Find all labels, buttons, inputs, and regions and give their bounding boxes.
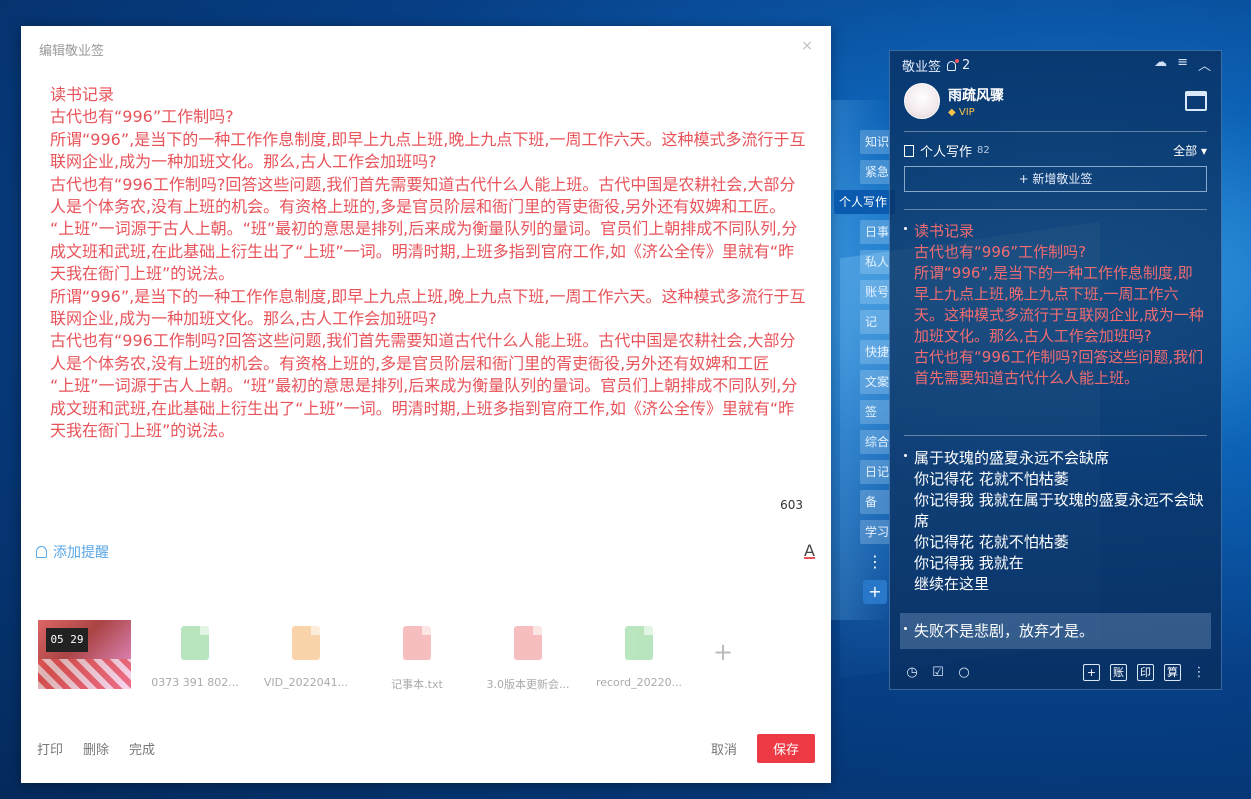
collapse-icon[interactable]: ︿ (1198, 55, 1211, 74)
user-profile[interactable]: 雨疏风骤 ◆ VIP (904, 83, 1004, 119)
attachment-item[interactable]: 0373 391 802... (148, 620, 242, 692)
category-tab[interactable]: 日记 (860, 460, 890, 484)
done-button[interactable]: 完成 (129, 739, 155, 758)
image-attachment-thumbnail[interactable]: 05 29 (38, 620, 131, 689)
audio-file-icon (181, 626, 209, 660)
add-category-button[interactable]: + (863, 580, 887, 604)
print-button[interactable]: 印 (1137, 664, 1154, 681)
calendar-icon[interactable] (1185, 91, 1207, 111)
attachment-name: VID_2022041... (263, 676, 349, 689)
attachment-name: 3.0版本更新会... (486, 678, 570, 691)
delete-button[interactable]: 删除 (83, 739, 109, 758)
app-name: 敬业签 (902, 60, 942, 75)
section-note-count: 82 (977, 145, 990, 156)
checklist-icon[interactable]: ☑ (930, 665, 946, 681)
category-tab[interactable]: 账号 (860, 280, 890, 304)
category-tab[interactable]: 快捷 (860, 340, 890, 364)
category-tab[interactable]: 知识 (860, 130, 890, 154)
more-categories-icon[interactable]: ⋮ (863, 550, 887, 574)
menu-icon[interactable]: ≡ (1177, 55, 1188, 74)
vip-badge: ◆ VIP (948, 106, 975, 118)
attachment-item[interactable]: 记事本.txt (370, 620, 464, 692)
clock-icon[interactable]: ◷ (904, 665, 920, 681)
note-card[interactable]: 属于玫瑰的盛夏永远不会缺席 你记得花 花就不怕枯萎 你记得我 我就在属于玫瑰的盛… (904, 448, 1207, 596)
reminder-count: 2 (962, 58, 971, 73)
section-header: 个人写作 82 全部 ▾ (904, 141, 1207, 160)
add-note-button[interactable]: + (1083, 664, 1100, 681)
bell-icon (36, 546, 47, 558)
add-reminder-label: 添加提醒 (53, 545, 109, 561)
category-tab[interactable]: 学习 (860, 520, 890, 544)
note-text: 读书记录 古代也有“996”工作制吗? 所谓“996”,是当下的一种工作作息制度… (914, 222, 1204, 387)
vip-label: VIP (958, 106, 975, 118)
category-tab-strip: 知识 紧急 个人写作 日事 私人 账号 记 快捷 文案 签 综合 日记 备 学习… (834, 130, 895, 604)
note-text: 属于玫瑰的盛夏永远不会缺席 你记得花 花就不怕枯萎 你记得我 我就在属于玫瑰的盛… (914, 449, 1204, 593)
save-button[interactable]: 保存 (756, 734, 815, 763)
close-icon[interactable]: × (801, 38, 813, 54)
notes-widget-panel: 敬业签 2 ☁ ≡ ︿ 雨疏风骤 ◆ VIP 个人写作 82 全部 ▾ + 新增… (889, 50, 1222, 690)
note-category-icon (904, 144, 914, 157)
attachment-name: 0373 391 802... (151, 676, 239, 689)
attachment-name: 记事本.txt (391, 678, 443, 691)
audio-file-icon (625, 626, 653, 660)
note-card[interactable]: 失败不是悲剧，放弃才是。 (900, 613, 1211, 649)
thumbnail-clock-display: 05 29 (46, 628, 88, 652)
divider (904, 131, 1207, 132)
cancel-button[interactable]: 取消 (711, 739, 737, 758)
search-icon[interactable]: ○ (956, 665, 972, 681)
new-note-button[interactable]: + 新增敬业签 (904, 166, 1207, 192)
avatar[interactable] (904, 83, 940, 119)
text-file-icon (514, 626, 542, 660)
username: 雨疏风骤 (948, 87, 1004, 104)
divider (904, 435, 1207, 436)
text-file-icon (403, 626, 431, 660)
attachment-item[interactable]: 3.0版本更新会... (481, 620, 575, 692)
panel-toolbar: ◷ ☑ ○ + 账 印 算 ⋮ (904, 664, 1207, 681)
section-title: 个人写作 (920, 145, 973, 160)
window-controls: ☁ ≡ ︿ (1154, 55, 1211, 74)
category-tab[interactable]: 私人 (860, 250, 890, 274)
font-color-button[interactable]: A (804, 541, 815, 560)
calculator-button[interactable]: 算 (1164, 664, 1181, 681)
sync-cloud-icon[interactable]: ☁ (1154, 55, 1167, 74)
category-tab[interactable]: 备 (860, 490, 890, 514)
category-tab[interactable]: 日事 (860, 220, 890, 244)
attachment-list: 05 29 0373 391 802... VID_2022041... 记事本… (38, 620, 743, 692)
note-text: 失败不是悲剧，放弃才是。 (914, 622, 1095, 640)
add-reminder-button[interactable]: 添加提醒 (36, 542, 109, 562)
category-tab[interactable]: 签 (860, 400, 890, 424)
print-button[interactable]: 打印 (37, 739, 63, 758)
note-bullet (904, 454, 907, 457)
attachment-item[interactable]: record_20220... (592, 620, 686, 692)
more-icon[interactable]: ⋮ (1191, 665, 1207, 681)
add-attachment-button[interactable]: + (703, 620, 743, 692)
category-tab-active[interactable]: 个人写作 (834, 190, 895, 214)
dialog-footer: 打印 删除 完成 取消 保存 (37, 734, 815, 763)
note-bullet (904, 627, 907, 630)
note-content-editor[interactable]: 读书记录 古代也有“996”工作制吗? 所谓“996”,是当下的一种工作作息制度… (50, 84, 806, 443)
reminder-bell-icon[interactable] (947, 58, 960, 71)
category-tab[interactable]: 综合 (860, 430, 890, 454)
thumbnail-tablecloth (38, 659, 131, 689)
category-tab[interactable]: 紧急 (860, 160, 890, 184)
attachment-name: record_20220... (595, 676, 683, 689)
filter-dropdown[interactable]: 全部 ▾ (1173, 142, 1207, 159)
edit-note-dialog: 编辑敬业签 × 读书记录 古代也有“996”工作制吗? 所谓“996”,是当下的… (21, 26, 831, 783)
dialog-title: 编辑敬业签 (39, 44, 105, 59)
note-card[interactable]: 读书记录 古代也有“996”工作制吗? 所谓“996”,是当下的一种工作作息制度… (904, 221, 1207, 399)
attachment-item[interactable]: VID_2022041... (259, 620, 353, 692)
category-tab[interactable]: 记 (860, 310, 890, 334)
category-tab[interactable]: 文案 (860, 370, 890, 394)
divider (904, 209, 1207, 210)
ledger-button[interactable]: 账 (1110, 664, 1127, 681)
note-bullet (904, 227, 907, 230)
panel-header: 敬业签 2 (902, 56, 970, 75)
character-count: 603 (780, 498, 803, 512)
video-file-icon (292, 626, 320, 660)
